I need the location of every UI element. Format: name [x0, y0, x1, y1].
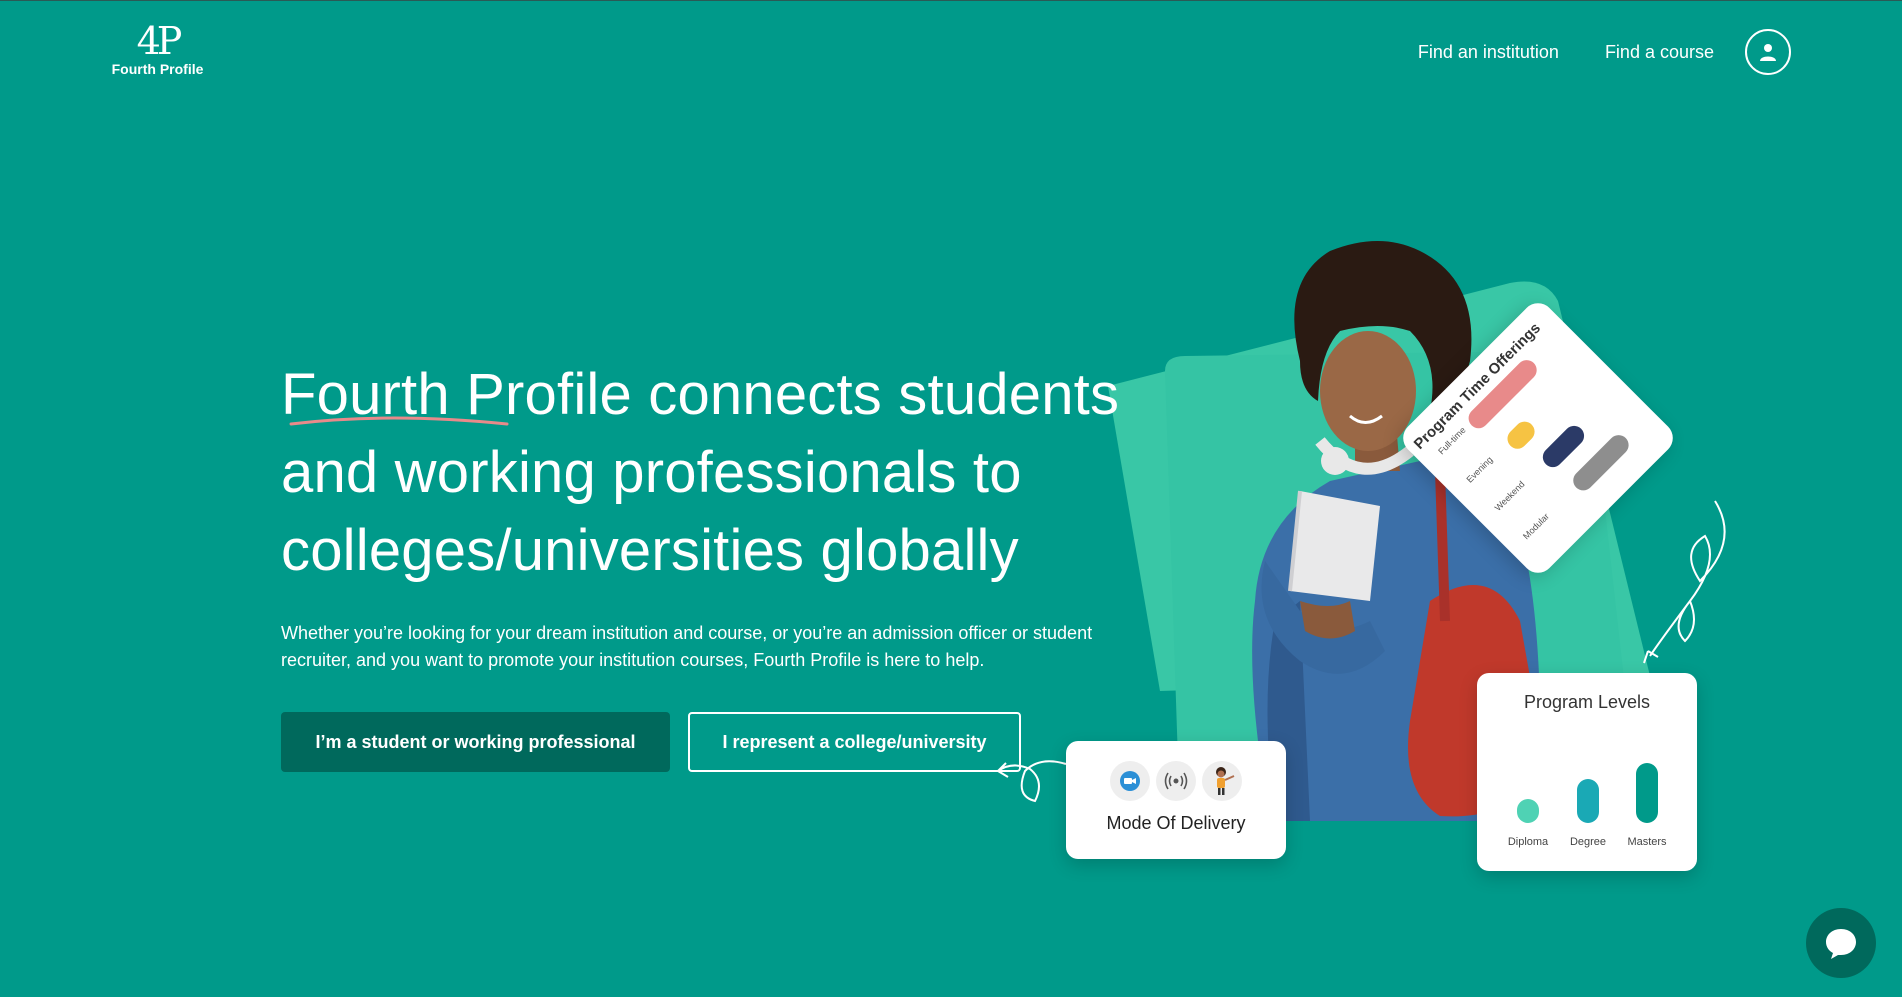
delivery-title: Mode Of Delivery — [1106, 813, 1246, 833]
student-cta-button[interactable]: I’m a student or working professional — [281, 712, 670, 772]
landing-page: 4P Fourth Profile Find an institution Fi… — [0, 0, 1902, 997]
underline-stroke — [289, 416, 509, 426]
logo-mark: 4P — [136, 19, 183, 63]
level-label-diploma: Diploma — [1507, 836, 1549, 848]
level-bar-degree — [1577, 779, 1599, 823]
chat-widget-button[interactable] — [1806, 908, 1876, 978]
nav-find-course[interactable]: Find a course — [1605, 42, 1714, 63]
headline-line1-rest: Profile connects students — [449, 362, 1120, 427]
level-label-degree: Degree — [1569, 836, 1607, 848]
hero-headline: Fourth Profile connects students and wor… — [281, 356, 1151, 590]
level-bar-diploma — [1517, 799, 1539, 823]
program-time-graphic — [1438, 338, 1638, 538]
nav-find-institution[interactable]: Find an institution — [1418, 42, 1559, 63]
level-label-masters: Masters — [1627, 836, 1667, 848]
program-time-card: Program Time Offerings Full-time Evening… — [1396, 296, 1680, 580]
program-levels-card: Program Levels Diploma Degree Masters — [1477, 673, 1697, 871]
headline-line2: and working professionals to — [281, 440, 1022, 505]
chat-icon — [1826, 929, 1856, 959]
hero-subtext: Whether you’re looking for your dream in… — [281, 623, 1093, 670]
top-nav: Find an institution Find a course — [1372, 29, 1791, 75]
headline-line3: colleges/universities globally — [281, 518, 1019, 583]
level-bar-masters — [1636, 763, 1658, 823]
brand-logo[interactable]: 4P Fourth Profile — [110, 19, 205, 77]
account-button[interactable] — [1745, 29, 1791, 75]
headline-highlight: Fourth — [281, 356, 509, 434]
levels-title: Program Levels — [1523, 692, 1651, 712]
broadcast-icon — [1156, 761, 1196, 801]
logo-name: Fourth Profile — [111, 61, 204, 77]
college-cta-button[interactable]: I represent a college/university — [688, 712, 1021, 772]
user-icon — [1760, 44, 1776, 61]
hero-section: Fourth Profile connects students and wor… — [281, 356, 1151, 772]
hero-ctas: I’m a student or working professional I … — [281, 712, 1151, 772]
teacher-icon — [1202, 761, 1242, 801]
